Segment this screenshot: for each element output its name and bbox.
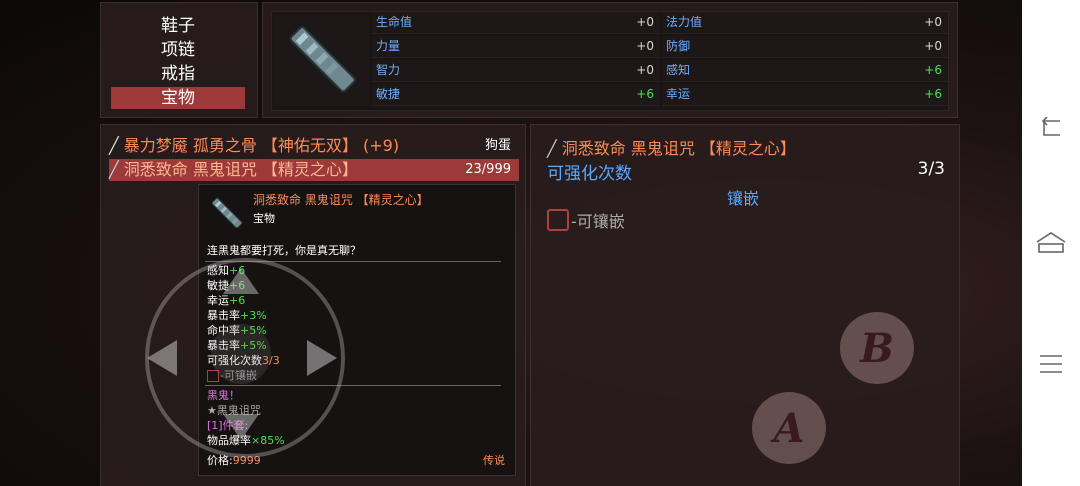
sword-icon: ╱: [109, 136, 119, 155]
item-list-row-selected[interactable]: ╱ 洞悉致命 黑鬼诅咒 【精灵之心】 23/999: [109, 159, 519, 181]
dpad[interactable]: [145, 258, 345, 458]
stat-value: +0: [636, 39, 654, 53]
tooltip-title: 洞悉致命 黑鬼诅咒 【精灵之心】: [253, 193, 429, 207]
menu-button[interactable]: [1022, 344, 1080, 384]
rarity-label: 传说: [483, 454, 505, 467]
stat-value: +0: [636, 15, 654, 29]
category-ring[interactable]: 戒指: [111, 63, 245, 85]
item-icon: [211, 197, 243, 229]
stat-value: +6: [924, 63, 942, 77]
item-preview: [274, 14, 370, 106]
stat-value: +6: [636, 87, 654, 101]
socket-label: -可镶嵌: [571, 212, 625, 231]
item-name: 洞悉致命 黑鬼诅咒 【精灵之心】: [123, 160, 358, 179]
dpad-left-icon[interactable]: [145, 338, 179, 378]
stat-value: +6: [924, 87, 942, 101]
item-list-row[interactable]: ╱ 暴力梦魇 孤勇之骨 【神佑无双】 (+9) 狗蛋: [109, 135, 519, 157]
stat-name: 生命值: [376, 15, 413, 29]
menu-icon: [1040, 355, 1062, 373]
stat-name: 感知: [666, 63, 691, 77]
stat-name: 防御: [666, 39, 691, 53]
stat-row: 感知 +6: [662, 60, 948, 82]
enhance-count: 3/3: [917, 159, 945, 179]
stat-value: +0: [636, 63, 654, 77]
dpad-down-icon[interactable]: [221, 412, 261, 442]
stat-name: 法力值: [666, 15, 703, 29]
dpad-up-icon[interactable]: [221, 266, 261, 296]
item-name: 暴力梦魇 孤勇之骨 【神佑无双】 (+9): [123, 136, 400, 155]
stats-inner: 生命值 +0 力量 +0 智力 +0 敏捷 +6 法力值 +0 防御 +0 感知…: [271, 11, 949, 111]
stat-name: 幸运: [666, 87, 691, 101]
socket-slot[interactable]: -可镶嵌: [547, 209, 625, 231]
category-treasure[interactable]: 宝物: [111, 87, 245, 109]
dpad-right-icon[interactable]: [305, 338, 339, 378]
b-button[interactable]: B: [840, 312, 914, 384]
scroll-icon: ╱: [109, 160, 119, 179]
scroll-icon: ╱: [547, 139, 557, 158]
category-shoes[interactable]: 鞋子: [111, 15, 245, 37]
inlay-button[interactable]: 镶嵌: [727, 185, 759, 209]
home-button[interactable]: [1022, 222, 1080, 262]
stat-name: 智力: [376, 63, 401, 77]
stat-value: +0: [924, 15, 942, 29]
detail-title-row: ╱ 洞悉致命 黑鬼诅咒 【精灵之心】: [547, 135, 796, 159]
item-count: 23/999: [465, 162, 511, 177]
a-button[interactable]: A: [752, 392, 826, 464]
system-nav-bar: [1022, 0, 1080, 486]
tooltip-description: 连黑鬼都要打死，你是真无聊？: [207, 244, 361, 257]
item-owner: 狗蛋: [484, 138, 511, 153]
stat-name: 敏捷: [376, 87, 401, 101]
item-icon: [289, 26, 356, 93]
stat-row: 力量 +0: [372, 36, 660, 58]
game-screen: 鞋子 项链 戒指 宝物 生命值 +0 力量 +0 智力 +0 敏捷 +6 法力值…: [0, 0, 1022, 486]
stat-row: 敏捷 +6: [372, 84, 660, 106]
back-icon: [1041, 117, 1060, 136]
tooltip-type: 宝物: [253, 212, 275, 225]
stat-row: 法力值 +0: [662, 12, 948, 34]
stat-row: 智力 +0: [372, 60, 660, 82]
stat-value: +0: [924, 39, 942, 53]
category-menu: 鞋子 项链 戒指 宝物: [100, 2, 258, 118]
stat-row: 幸运 +6: [662, 84, 948, 106]
detail-title: 洞悉致命 黑鬼诅咒 【精灵之心】: [561, 139, 796, 158]
stat-row: 防御 +0: [662, 36, 948, 58]
home-icon: [1036, 232, 1066, 253]
stat-name: 力量: [376, 39, 401, 53]
stats-panel: 生命值 +0 力量 +0 智力 +0 敏捷 +6 法力值 +0 防御 +0 感知…: [262, 2, 958, 118]
item-detail-panel: ╱ 洞悉致命 黑鬼诅咒 【精灵之心】 可强化次数 3/3 镶嵌 -可镶嵌: [530, 124, 960, 486]
stat-row: 生命值 +0: [372, 12, 660, 34]
back-button[interactable]: [1022, 108, 1080, 148]
enhance-label: 可强化次数: [547, 164, 632, 184]
category-necklace[interactable]: 项链: [111, 39, 245, 61]
dpad-center: [211, 324, 271, 384]
socket-checkbox[interactable]: [547, 209, 569, 231]
